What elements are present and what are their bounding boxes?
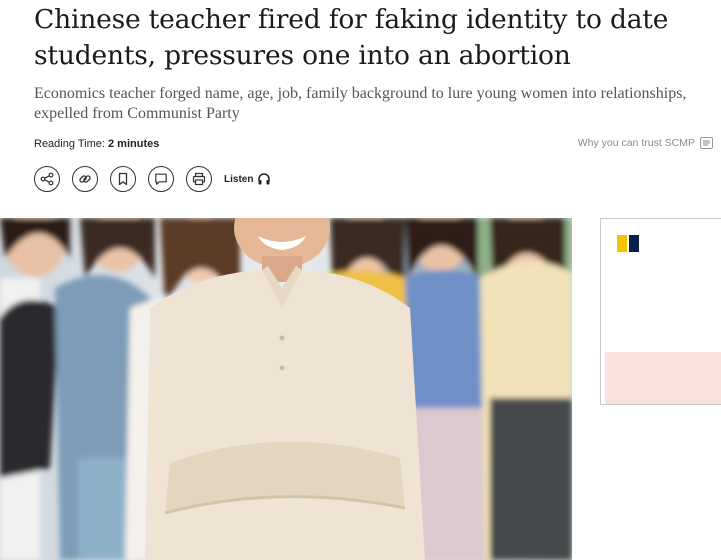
comment-icon [155, 173, 167, 185]
trust-link[interactable]: Why you can trust SCMP [578, 137, 713, 149]
ad-logo [617, 235, 639, 252]
link-icon [79, 175, 91, 183]
listen-label[interactable]: Listen [224, 174, 253, 185]
reading-time-value: 2 minutes [108, 138, 160, 150]
info-icon[interactable] [700, 137, 713, 149]
share-button[interactable] [34, 166, 60, 192]
bookmark-button[interactable] [110, 166, 136, 192]
hero-photo [0, 218, 572, 560]
advertisement-panel[interactable] [600, 218, 721, 405]
bookmark-icon [118, 172, 128, 186]
ad-logo-navy-block [629, 235, 639, 252]
reading-time: Reading Time: 2 minutes [34, 138, 159, 150]
copy-link-button[interactable] [72, 166, 98, 192]
share-icon [40, 172, 54, 186]
comment-button[interactable] [148, 166, 174, 192]
ad-logo-yellow-block [617, 235, 627, 252]
hero-image [0, 218, 572, 560]
article-headline: Chinese teacher fired for faking identit… [34, 4, 669, 71]
print-icon [192, 172, 206, 186]
article-toolbar: Listen [34, 166, 271, 192]
headphones-icon [258, 173, 271, 185]
article-subheadline: Economics teacher forged name, age, job,… [34, 85, 687, 122]
print-button[interactable] [186, 166, 212, 192]
listen-button[interactable]: Listen [224, 172, 271, 186]
ad-band [605, 352, 721, 404]
reading-time-label: Reading Time: [34, 138, 105, 150]
trust-link-label[interactable]: Why you can trust SCMP [578, 137, 695, 149]
